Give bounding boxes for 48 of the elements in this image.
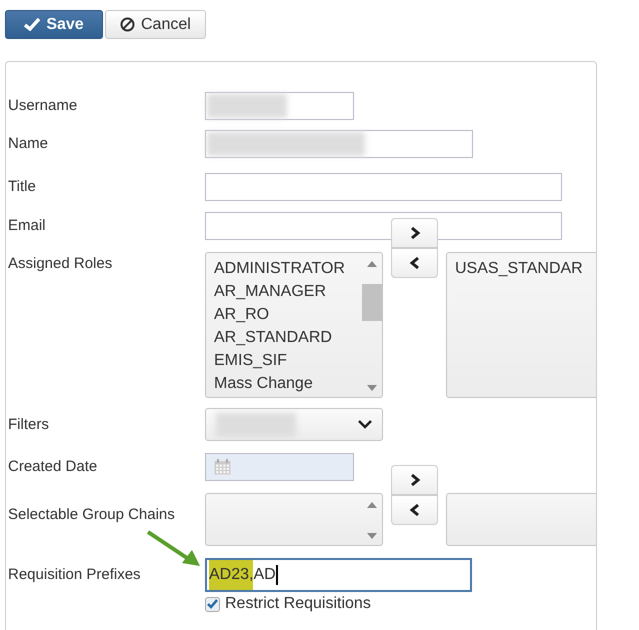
scroll-up-icon[interactable] [366,502,376,508]
filters-dropdown[interactable] [205,408,383,441]
role-item[interactable]: Mass Change [214,372,353,395]
chevron-left-icon [408,503,420,517]
calendar-icon [214,459,231,475]
chevron-right-icon [408,473,420,487]
field-label: Title [7,177,37,197]
chevron-right-icon [408,226,420,240]
field-label: Assigned Roles [7,254,114,274]
role-item[interactable]: AR_MANAGER [214,280,353,303]
scroll-down-icon[interactable] [366,533,376,539]
role-item[interactable]: EMIS_SIF [214,349,353,372]
chevron-down-icon [358,420,372,429]
assigned-roles-list[interactable]: USAS_STANDAR [446,252,596,398]
role-item[interactable]: ADMINISTRATOR [214,257,353,280]
username-field[interactable] [205,92,354,120]
scrollbar-thumb[interactable] [362,284,382,320]
move-right-button[interactable] [391,218,438,248]
name-field[interactable] [205,130,473,158]
save-button[interactable]: Save [5,10,103,39]
field-label: Username [7,96,78,116]
field-label: Email [7,216,47,236]
title-field[interactable] [205,173,562,201]
scroll-up-icon[interactable] [366,261,376,267]
field-label: Name [7,134,50,154]
role-item[interactable]: AR_RO [214,303,353,326]
restrict-checkbox[interactable] [205,596,220,612]
selectable-chains-list[interactable] [205,493,383,546]
email-field[interactable] [205,212,562,240]
role-item[interactable]: USAS_STANDAR [455,257,596,280]
checkbox-label: Restrict Requisitions [225,595,371,613]
role-item[interactable]: AR_STANDARD [214,326,353,349]
checkmark-icon [24,18,40,31]
field-label: Filters [7,415,50,435]
chevron-left-icon [408,256,420,270]
field-label: Created Date [7,457,98,477]
selected-chains-list[interactable] [446,493,596,546]
prohibited-icon [120,17,135,32]
field-label: Selectable Group Chains [7,505,176,525]
created-date-field[interactable] [205,453,354,481]
move-left-button[interactable] [391,248,438,278]
cancel-button[interactable]: Cancel [105,10,206,39]
move-right-button[interactable] [391,465,438,495]
field-label: Requisition Prefixes [7,565,142,585]
available-roles-list[interactable]: ADMINISTRATOR AR_MANAGER AR_RO AR_STANDARD EMIS_SIF Mass Change [205,252,383,398]
scroll-down-icon[interactable] [366,385,376,391]
requisition-prefixes-field[interactable]: AD23,AD [205,558,472,592]
move-left-button[interactable] [391,495,438,525]
